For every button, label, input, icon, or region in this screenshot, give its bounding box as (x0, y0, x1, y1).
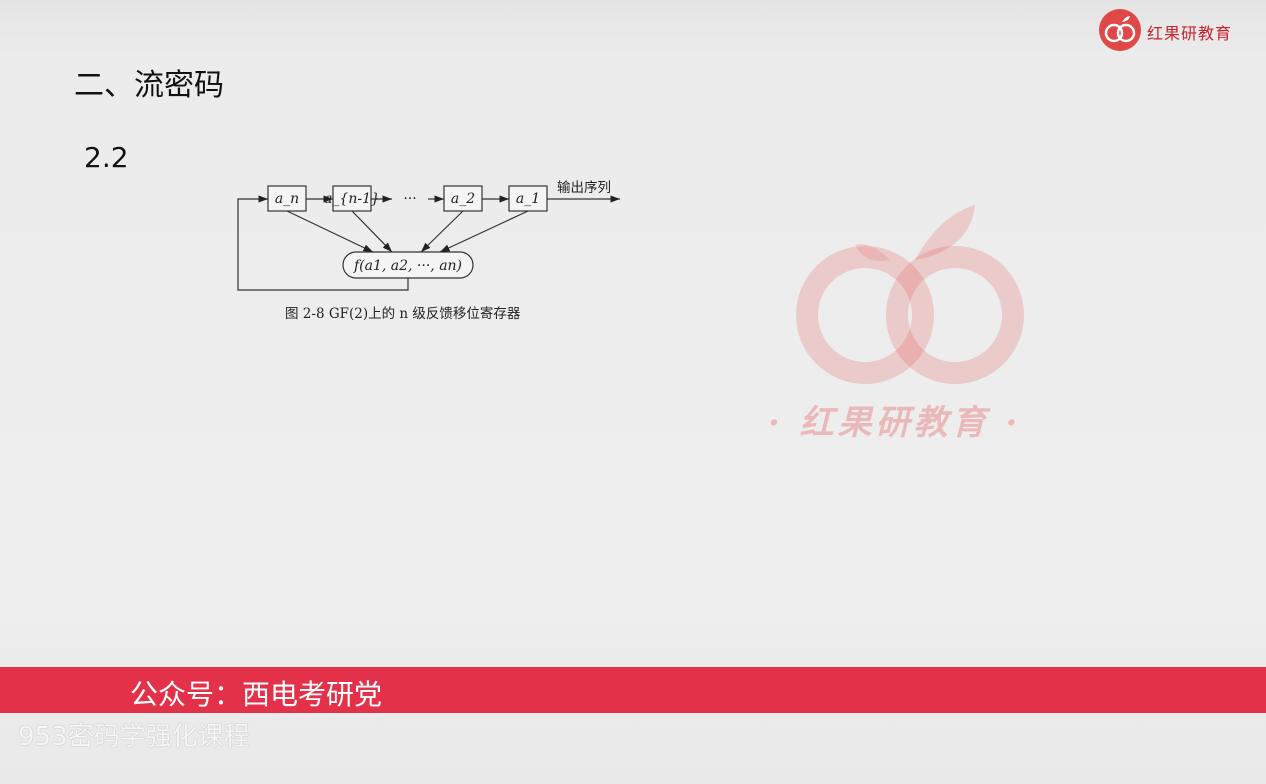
register-label: a_1 (516, 191, 540, 207)
register-label: a_n (275, 191, 299, 207)
lfsr-diagram: a_n a_{n-1} ··· a_2 a_1 输出序列 f(a1, a2, ·… (237, 180, 620, 322)
watermark-text: · 红果研教育 · (768, 403, 1022, 443)
section-number: 2.2 (84, 141, 129, 174)
output-label: 输出序列 (557, 180, 611, 196)
banner-text: 公众号：西电考研党 (130, 678, 383, 711)
register-label: a_{n-1} (324, 191, 380, 207)
course-title: 953密码学强化课程 (18, 722, 250, 752)
ellipsis: ··· (403, 191, 416, 207)
function-label: f(a1, a2, ···, an) (353, 258, 462, 274)
logo-text: 红果研教育 (1147, 24, 1233, 43)
figure-caption: 图 2-8 GF(2)上的 n 级反馈移位寄存器 (285, 305, 521, 322)
slide-title: 二、流密码 (74, 68, 224, 103)
register-label: a_2 (451, 191, 475, 207)
